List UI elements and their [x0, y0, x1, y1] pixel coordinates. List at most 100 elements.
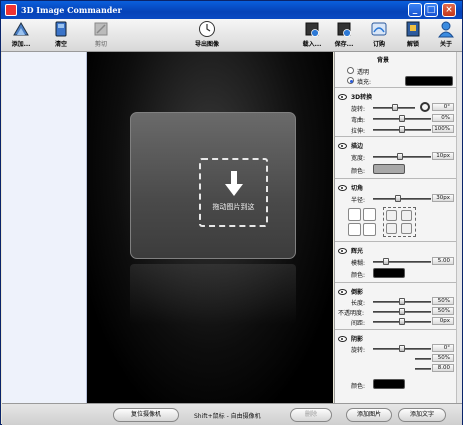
bend-label: 弯曲:	[351, 117, 366, 124]
transparent-label: 透明	[357, 69, 370, 76]
fill-color-swatch[interactable]	[405, 76, 453, 86]
stroke-section: 描边 宽度: 10px 颜色:	[335, 138, 456, 179]
add-label: 添加...	[11, 41, 31, 48]
shadow-distance-slider[interactable]	[415, 358, 431, 360]
stroke-color-swatch[interactable]	[373, 164, 405, 174]
shadow-blur-value[interactable]: 8.00	[432, 364, 454, 372]
transparent-radio[interactable]	[347, 67, 354, 74]
glow-blur-knob[interactable]	[383, 258, 389, 265]
glow-blur-label: 模糊:	[351, 260, 366, 267]
about-button[interactable]: 关于	[436, 20, 456, 48]
load-icon	[305, 22, 319, 37]
export-label: 导出图像	[194, 41, 219, 48]
add-icon	[13, 22, 29, 36]
close-button[interactable]: ×	[442, 3, 456, 17]
stroke-width-knob[interactable]	[397, 153, 403, 160]
reflection-opacity-value[interactable]: 50%	[432, 307, 454, 315]
reset-camera-button[interactable]: 复位摄像机	[113, 408, 179, 422]
shadow-rotate-knob[interactable]	[399, 345, 405, 352]
panel-scrollbar[interactable]	[456, 52, 462, 403]
subscribe-label: 订购	[372, 41, 385, 48]
shadow-distance-value[interactable]: 50%	[432, 354, 454, 362]
unlock-icon	[406, 21, 420, 37]
corner-section: 切角 半径: 30px	[335, 180, 456, 242]
bend-slider-knob[interactable]	[399, 115, 405, 122]
export-image-button[interactable]: 导出图像	[190, 20, 224, 48]
stroke-width-value[interactable]: 10px	[432, 152, 454, 160]
delete-button[interactable]: 删除	[290, 408, 332, 422]
rotate-value[interactable]: 0°	[432, 103, 454, 111]
eye-icon[interactable]	[338, 94, 347, 100]
clock-icon	[199, 21, 215, 37]
glow-blur-value[interactable]: 5.00	[432, 257, 454, 265]
properties-panel: 背景 透明 填充: 3D转换 旋转: 0° 弯曲: 0% 拉伸: 100% 描边…	[334, 52, 462, 403]
shadow-rotate-label: 旋转:	[351, 347, 366, 354]
corner-bottom-left-button[interactable]	[348, 223, 361, 236]
cut-label: 剪切	[94, 41, 107, 48]
stroke-width-label: 宽度:	[351, 155, 366, 162]
maximize-button[interactable]: □	[424, 3, 438, 17]
stretch-slider-knob[interactable]	[399, 126, 405, 133]
glow-color-label: 颜色:	[351, 272, 366, 279]
corner-radius-value[interactable]: 30px	[432, 194, 454, 202]
reflection-opacity-knob[interactable]	[399, 308, 405, 315]
unlock-button[interactable]: 解锁	[403, 20, 423, 48]
rotate-reset-icon[interactable]	[420, 102, 430, 112]
image-list-pane[interactable]	[2, 52, 87, 403]
eye-icon[interactable]	[338, 336, 347, 342]
cut-button[interactable]: 剪切	[89, 20, 113, 48]
corner-checkbox-bottom-right[interactable]	[401, 223, 412, 234]
transform-3d-title: 3D转换	[351, 94, 373, 101]
eye-icon[interactable]	[338, 185, 347, 191]
add-button[interactable]: 添加...	[8, 20, 34, 48]
unlock-label: 解锁	[406, 41, 419, 48]
shadow-section: 阴影 旋转: 0° 50% 8.00 颜色:	[335, 331, 456, 403]
save-button[interactable]: 保存...	[331, 20, 357, 48]
window-title: 3D Image Commander	[21, 5, 122, 15]
toolbar: 添加... 清空 剪切 导出图像 载入... 保存... 订购 解锁 关于	[1, 19, 462, 52]
reflection-gap-value[interactable]: 0px	[432, 317, 454, 325]
minimize-button[interactable]: _	[408, 3, 422, 17]
fill-label: 填充:	[357, 79, 372, 86]
bend-value[interactable]: 0%	[432, 114, 454, 122]
reflection-length-knob[interactable]	[399, 298, 405, 305]
eye-icon[interactable]	[338, 289, 347, 295]
glow-section: 辉光 模糊: 5.00 颜色:	[335, 243, 456, 283]
reflection-length-value[interactable]: 50%	[432, 297, 454, 305]
fill-radio[interactable]	[347, 77, 354, 84]
corner-top-left-button[interactable]	[348, 208, 361, 221]
cut-icon	[94, 22, 108, 36]
reflection-section: 倒影 长度: 50% 不透明度: 50% 间距: 0px	[335, 284, 456, 330]
corner-radius-knob[interactable]	[395, 195, 401, 202]
eye-icon[interactable]	[338, 248, 347, 254]
stretch-value[interactable]: 100%	[432, 125, 454, 133]
glow-blur-slider[interactable]	[373, 261, 431, 263]
corner-radius-slider[interactable]	[373, 198, 431, 200]
shadow-blur-slider[interactable]	[415, 368, 431, 370]
corner-checkbox-top-left[interactable]	[386, 210, 397, 221]
rotate-slider-knob[interactable]	[392, 104, 398, 111]
reflection-length-label: 长度:	[351, 300, 366, 307]
eye-icon[interactable]	[338, 143, 347, 149]
shadow-color-swatch[interactable]	[373, 379, 405, 389]
add-image-button[interactable]: 添加图片	[346, 408, 392, 422]
reflection-gap-knob[interactable]	[399, 318, 405, 325]
glow-title: 辉光	[351, 248, 364, 255]
clear-icon	[55, 21, 67, 37]
subscribe-button[interactable]: 订购	[369, 20, 389, 48]
down-arrow-icon	[224, 171, 243, 196]
background-title: 背景	[377, 57, 390, 64]
clear-label: 清空	[54, 41, 67, 48]
clear-button[interactable]: 清空	[49, 20, 73, 48]
corner-top-right-button[interactable]	[363, 208, 376, 221]
drop-zone[interactable]: 拖动图片到这	[199, 158, 268, 227]
corner-checkbox-top-right[interactable]	[401, 210, 412, 221]
corner-checkbox-bottom-left[interactable]	[386, 223, 397, 234]
rotate-label: 旋转:	[351, 106, 366, 113]
load-button[interactable]: 载入...	[299, 20, 325, 48]
preview-canvas[interactable]: 拖动图片到这	[87, 52, 333, 403]
add-text-button[interactable]: 添加文字	[398, 408, 446, 422]
corner-bottom-right-button[interactable]	[363, 223, 376, 236]
shadow-rotate-value[interactable]: 0°	[432, 344, 454, 352]
glow-color-swatch[interactable]	[373, 268, 405, 278]
